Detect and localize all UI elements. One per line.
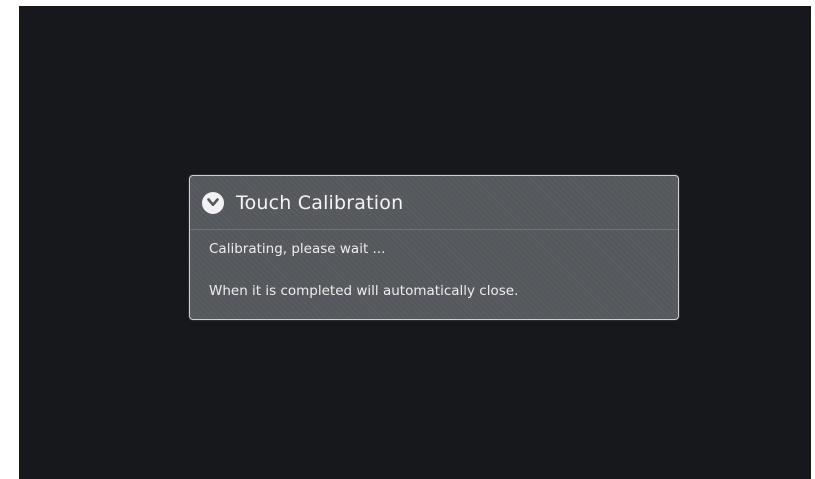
- calibrating-message: Calibrating, please wait ...: [209, 241, 386, 257]
- calibration-dialog: Touch Calibration Calibrating, please wa…: [189, 175, 679, 320]
- dialog-title: Touch Calibration: [236, 191, 404, 214]
- screen: Touch Calibration Calibrating, please wa…: [19, 6, 811, 479]
- chevron-down-circle-icon: [202, 191, 224, 214]
- auto-close-message: When it is completed will automatically …: [209, 283, 519, 299]
- dialog-header: Touch Calibration: [190, 176, 678, 230]
